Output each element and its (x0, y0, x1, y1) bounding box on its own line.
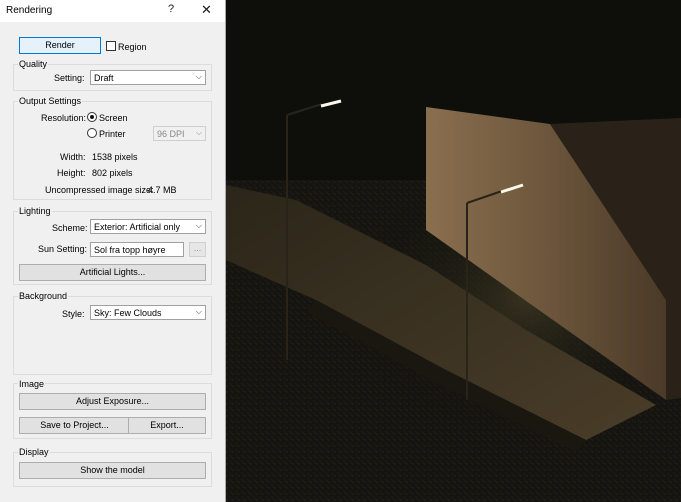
chevron-down-icon: ⌵ (195, 307, 202, 316)
show-the-model-button[interactable]: Show the model (19, 462, 206, 479)
dialog-title: Rendering (6, 5, 53, 16)
render-viewport[interactable] (226, 0, 681, 502)
chevron-down-icon: ⌵ (195, 221, 202, 230)
scheme-value: Exterior: Artificial only (94, 222, 181, 232)
scheme-select[interactable]: Exterior: Artificial only ⌵ (90, 219, 206, 234)
quality-group-title: Quality (18, 59, 49, 69)
image-group-title: Image (18, 379, 46, 389)
rendered-scene (226, 0, 681, 502)
height-value: 802 pixels (92, 168, 133, 178)
chevron-down-icon: ⌵ (195, 128, 202, 137)
quality-setting-value: Draft (94, 73, 114, 83)
printer-radio[interactable] (87, 128, 97, 138)
sun-setting-value: Sol fra topp høyre (94, 245, 166, 255)
help-icon[interactable]: ? (168, 3, 174, 15)
printer-radio-label: Printer (99, 129, 126, 139)
output-settings-group-title: Output Settings (18, 96, 83, 106)
region-label: Region (118, 42, 147, 52)
display-group-title: Display (18, 447, 50, 457)
screen-radio-label: Screen (99, 113, 128, 123)
resolution-label: Resolution: (41, 113, 87, 123)
rendering-dialog: Rendering ? ✕ Render Region Quality Sett… (0, 0, 226, 502)
scheme-label: Scheme: (52, 223, 88, 233)
save-to-project-label: Save to Project... (40, 420, 109, 430)
quality-setting-label: Setting: (54, 73, 85, 83)
sun-setting-field[interactable]: Sol fra topp høyre (90, 242, 184, 257)
show-the-model-label: Show the model (80, 465, 145, 475)
sun-browse-label: ... (193, 243, 202, 253)
image-size-label: Uncompressed image size: (45, 185, 154, 195)
image-size-value: 4.7 MB (148, 185, 177, 195)
background-group-title: Background (18, 291, 69, 301)
screen-radio[interactable] (87, 112, 97, 122)
quality-setting-select[interactable]: Draft ⌵ (90, 70, 206, 85)
adjust-exposure-label: Adjust Exposure... (75, 396, 150, 406)
width-label: Width: (60, 152, 86, 162)
artificial-lights-button[interactable]: Artificial Lights... (19, 264, 206, 281)
region-checkbox[interactable] (106, 41, 116, 51)
height-label: Height: (57, 168, 86, 178)
close-icon[interactable]: ✕ (201, 2, 212, 18)
render-button-label: Render (45, 40, 75, 50)
width-value: 1538 pixels (92, 152, 138, 162)
sun-setting-label: Sun Setting: (38, 244, 88, 254)
style-label: Style: (62, 309, 85, 319)
background-style-select[interactable]: Sky: Few Clouds ⌵ (90, 305, 206, 320)
chevron-down-icon: ⌵ (195, 72, 202, 81)
save-to-project-button[interactable]: Save to Project... (19, 417, 130, 434)
dpi-select[interactable]: 96 DPI ⌵ (153, 126, 206, 141)
adjust-exposure-button[interactable]: Adjust Exposure... (19, 393, 206, 410)
export-button[interactable]: Export... (128, 417, 206, 434)
sun-setting-browse-button[interactable]: ... (189, 242, 206, 257)
artificial-lights-label: Artificial Lights... (79, 267, 146, 277)
title-bar: Rendering ? ✕ (0, 0, 225, 22)
dpi-value: 96 DPI (157, 129, 185, 139)
render-button[interactable]: Render (19, 37, 101, 54)
lighting-group-title: Lighting (18, 206, 52, 216)
export-label: Export... (150, 420, 184, 430)
background-style-value: Sky: Few Clouds (94, 308, 162, 318)
